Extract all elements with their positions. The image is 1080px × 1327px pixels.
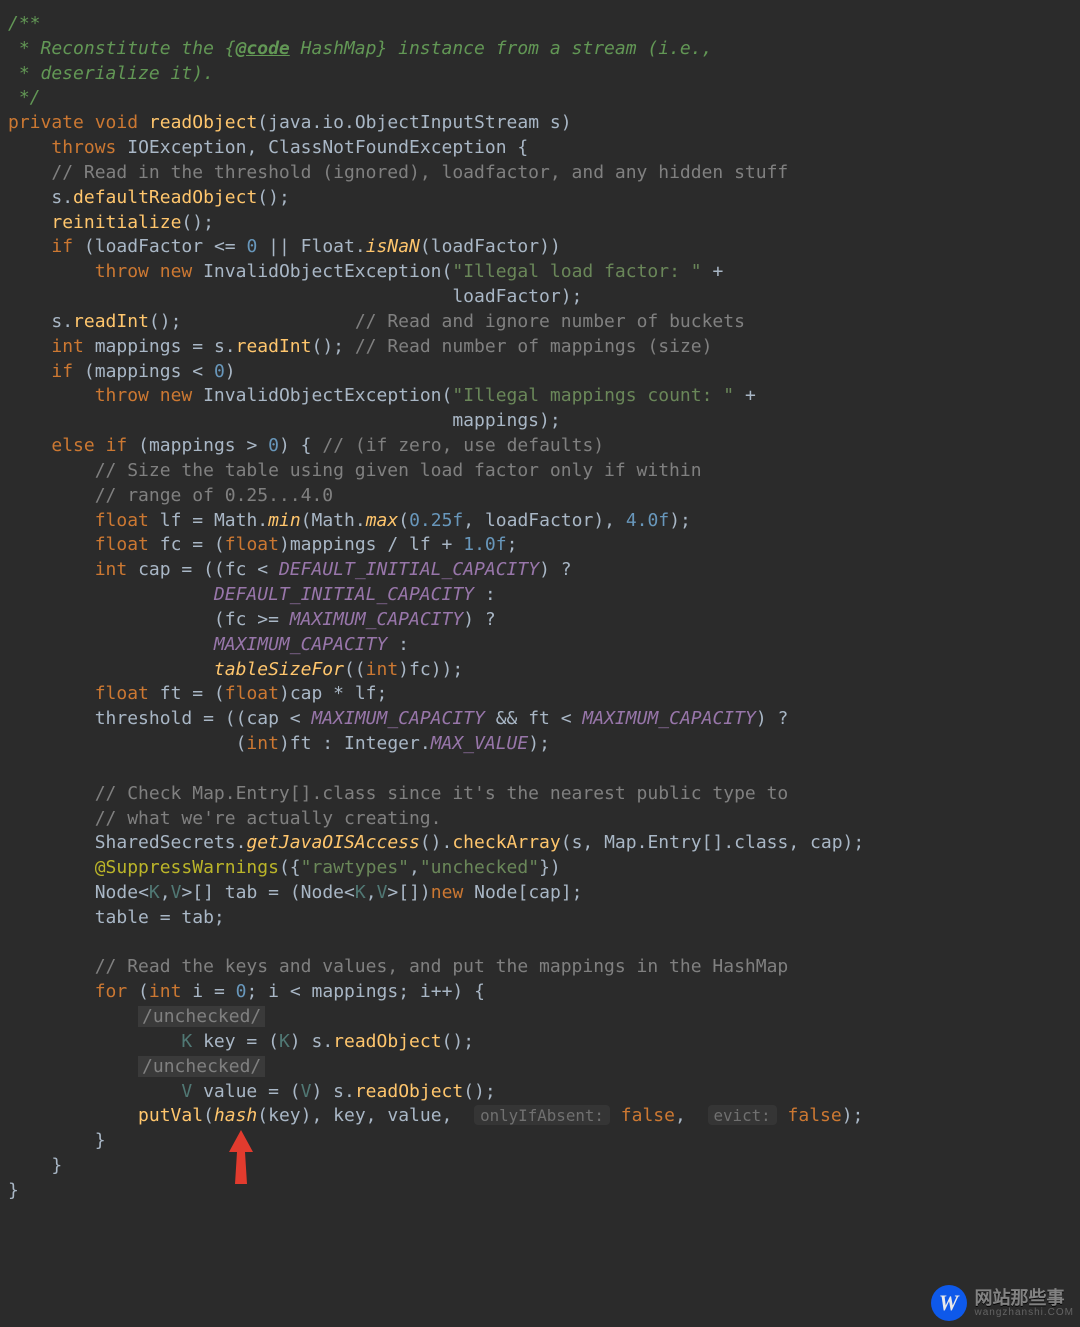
watermark-sub: wangzhanshi.COM [975, 1307, 1074, 1318]
watermark-title: 网站那些事 [975, 1289, 1074, 1307]
watermark-badge: W [931, 1285, 967, 1321]
javadoc-close: */ [8, 87, 41, 108]
kw-throws: throws [51, 137, 116, 158]
javadoc-line-1: * Reconstitute the {@code HashMap} insta… [8, 38, 712, 59]
watermark: W 网站那些事 wangzhanshi.COM [931, 1285, 1074, 1321]
param-type: java.io.ObjectInputStream [268, 112, 539, 133]
javadoc-line-2: * deserialize it). [8, 63, 214, 84]
kw-private: private [8, 112, 84, 133]
method-name: readObject [149, 112, 257, 133]
comment: // Read in the threshold (ignored), load… [51, 162, 788, 183]
javadoc-open: /** [8, 13, 41, 34]
inlay-hint-evict: evict: [708, 1105, 777, 1125]
javadoc-link: @code [236, 38, 290, 59]
inlay-hint-onlyifabsent: onlyIfAbsent: [474, 1105, 610, 1125]
kw-void: void [95, 112, 138, 133]
code-editor: /** * Reconstitute the {@code HashMap} i… [0, 0, 1080, 1284]
annotation: @SuppressWarnings [95, 857, 279, 878]
unchecked-annotation: /unchecked/ [138, 1056, 265, 1077]
unchecked-annotation: /unchecked/ [138, 1006, 265, 1027]
